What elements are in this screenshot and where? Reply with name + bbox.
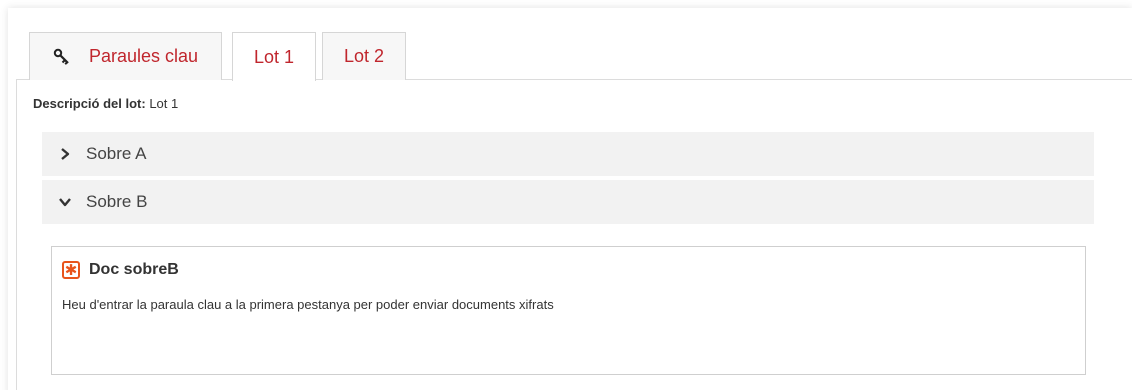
accordion-sobre-b[interactable]: Sobre B [42, 180, 1094, 224]
key-icon [53, 48, 71, 66]
document-card: ✱ Doc sobreB Heu d'entrar la paraula cla… [51, 246, 1086, 375]
tab-bar: Paraules clau Lot 1 Lot 2 [16, 8, 1132, 81]
document-title-text: Doc sobreB [89, 261, 179, 278]
lot-description: Descripció del lot: Lot 1 [33, 96, 178, 111]
tab-lot-2[interactable]: Lot 2 [322, 32, 406, 80]
document-title: ✱ Doc sobreB [62, 261, 179, 279]
tab-paraules-clau[interactable]: Paraules clau [29, 32, 222, 80]
chevron-right-icon [58, 147, 72, 161]
document-message: Heu d'entrar la paraula clau a la primer… [62, 297, 554, 312]
chevron-down-icon [58, 195, 72, 209]
description-value: Lot 1 [149, 96, 179, 111]
accordion-sobre-a[interactable]: Sobre A [42, 132, 1094, 176]
description-label: Descripció del lot: [33, 96, 146, 111]
tab-label: Lot 2 [343, 46, 385, 66]
accordion-label: Sobre A [86, 144, 147, 163]
panel-border [16, 80, 17, 390]
tab-lot-1[interactable]: Lot 1 [232, 32, 316, 81]
accordion-label: Sobre B [86, 192, 148, 211]
tab-label: Lot 1 [253, 46, 295, 67]
tab-label: Paraules clau [88, 46, 199, 66]
required-icon: ✱ [62, 261, 80, 279]
